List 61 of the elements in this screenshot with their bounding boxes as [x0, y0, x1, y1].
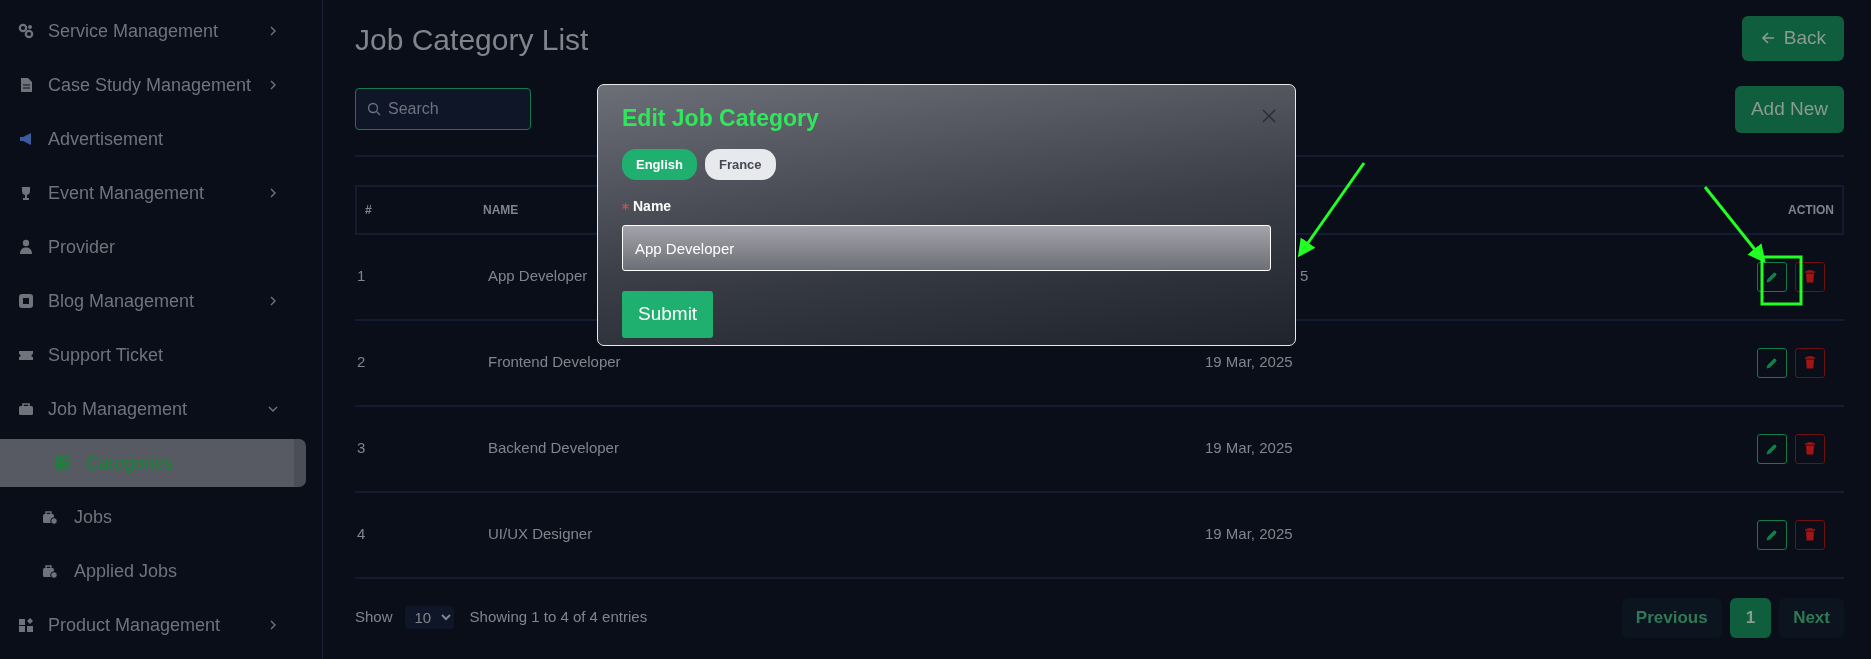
trash-icon — [1804, 270, 1816, 283]
table-cell: 19 Mar, 2025 — [1205, 525, 1293, 543]
submit-button[interactable]: Submit — [622, 291, 714, 338]
field-label: Name — [633, 197, 672, 217]
column-header: NAME — [483, 202, 519, 217]
search-field[interactable]: Search — [355, 88, 531, 131]
column-header: # — [365, 202, 372, 217]
page-button[interactable]: 1 — [1729, 597, 1772, 638]
briefcase-clock-icon — [42, 563, 58, 579]
table-cell: Frontend Developer — [488, 353, 621, 371]
trash-icon — [1804, 356, 1816, 369]
table-cell: 4 — [357, 525, 366, 543]
close-icon — [1262, 108, 1276, 123]
table-cell: 3 — [357, 439, 366, 457]
table-cell: Backend Developer — [488, 439, 619, 457]
pencil-icon — [1766, 528, 1778, 541]
sidebar-item[interactable]: Support Ticket — [0, 328, 322, 382]
trash-icon — [1804, 528, 1816, 541]
widgets-icon — [18, 617, 34, 633]
entries-info: Showing 1 to 4 of 4 entries — [469, 607, 648, 628]
show-label: Show — [355, 607, 393, 628]
language-tab[interactable]: English — [622, 148, 697, 181]
delete-button[interactable] — [1795, 261, 1825, 292]
sidebar-item[interactable]: Provider — [0, 220, 322, 274]
page-title: Job Category List — [355, 22, 589, 58]
edit-button[interactable] — [1757, 261, 1787, 292]
back-button[interactable]: Back — [1741, 16, 1844, 61]
highlight-box — [1760, 255, 1803, 306]
pencil-icon — [1766, 356, 1778, 369]
table-cell: 19 Mar, 2025 — [1205, 439, 1293, 457]
table-cell: 19 Mar, 2025 — [1205, 353, 1293, 371]
table-cell: App Developer — [488, 267, 588, 285]
page-size-select[interactable]: 10 — [404, 606, 454, 629]
sidebar-item[interactable]: Product Management — [0, 598, 322, 652]
language-tab[interactable]: France — [704, 148, 776, 181]
megaphone-icon — [18, 131, 34, 147]
column-header: ACTION — [1788, 202, 1834, 217]
sidebar-item[interactable]: Event Management — [0, 166, 322, 220]
table-cell: 5 — [1300, 267, 1309, 285]
add-new-button[interactable]: Add New — [1734, 86, 1844, 133]
briefcase-icon — [18, 401, 34, 417]
sidebar-subitem[interactable]: Jobs — [0, 490, 322, 544]
sidebar-subitem[interactable]: Applied Jobs — [0, 544, 322, 598]
sidebar-item[interactable]: Case Study Management — [0, 58, 322, 112]
grid-icon — [54, 455, 70, 471]
sidebar-item[interactable]: Blog Management — [0, 274, 322, 328]
modal-title: Edit Job Category — [622, 105, 819, 133]
table-cell: 2 — [357, 353, 366, 371]
table-cell: UI/UX Designer — [488, 525, 593, 543]
name-input[interactable]: App Developer — [622, 225, 1271, 272]
pencil-icon — [1766, 270, 1778, 283]
search-icon — [367, 102, 381, 117]
person-icon — [18, 239, 34, 255]
sidebar-item[interactable]: Job Management — [0, 382, 322, 436]
table-cell: 1 — [357, 267, 366, 285]
pencil-icon — [1766, 442, 1778, 455]
briefcase-clock-icon — [42, 509, 58, 525]
sidebar-item[interactable]: Advertisement — [0, 112, 322, 166]
trash-icon — [1804, 442, 1816, 455]
sidebar-item[interactable]: Service Management — [0, 4, 322, 58]
document-icon — [18, 77, 34, 93]
